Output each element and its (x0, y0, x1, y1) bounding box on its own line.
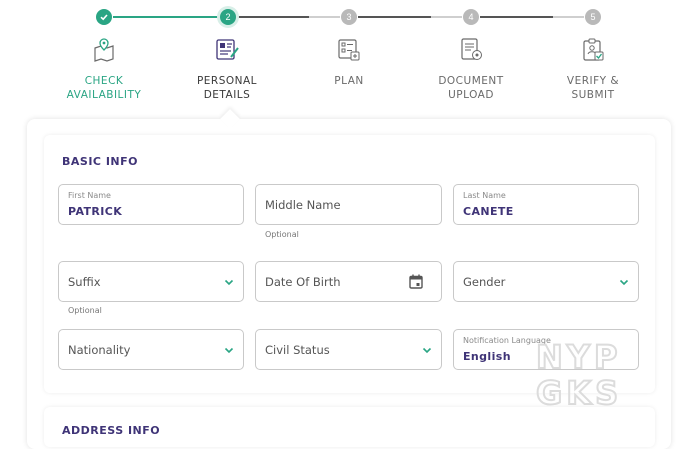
step-5-label[interactable]: VERIFY & SUBMIT (533, 74, 653, 102)
step-3-dot[interactable]: 3 (341, 9, 357, 25)
suffix-placeholder: Suffix (68, 275, 101, 289)
last-name-label: Last Name (463, 191, 506, 200)
first-name-field[interactable]: First Name PATRICK (58, 184, 244, 225)
middle-name-field[interactable]: Middle Name (255, 184, 442, 225)
plan-list-icon (338, 39, 360, 61)
step-2-dot[interactable]: 2 (220, 9, 236, 25)
step-connector-1 (113, 16, 219, 18)
step-4-label[interactable]: DOCUMENT UPLOAD (411, 74, 531, 102)
chevron-down-icon (224, 279, 234, 286)
step-3-label[interactable]: PLAN (289, 74, 409, 88)
calendar-icon[interactable] (409, 274, 423, 289)
address-info-title: ADDRESS INFO (62, 424, 161, 437)
date-of-birth-field[interactable]: Date Of Birth (255, 261, 442, 302)
civil-status-select[interactable]: Civil Status (255, 329, 442, 370)
nationality-select[interactable]: Nationality (58, 329, 244, 370)
verify-clipboard-icon (583, 38, 604, 61)
svg-text:NYP: NYP (536, 338, 621, 376)
id-form-icon (216, 39, 239, 60)
first-name-label: First Name (68, 191, 111, 200)
date-of-birth-placeholder: Date Of Birth (265, 275, 341, 289)
step-5-dot[interactable]: 5 (585, 9, 601, 25)
chevron-down-icon (619, 279, 629, 286)
gender-placeholder: Gender (463, 275, 506, 289)
map-pin-icon (94, 38, 114, 62)
chevron-down-icon (224, 347, 234, 354)
gender-select[interactable]: Gender (453, 261, 639, 302)
progress-stepper: 2 3 4 5 CHECK AVAILABILITY PERSONAL DETA… (0, 0, 684, 108)
notification-language-value: English (463, 350, 511, 363)
step-1-check-icon[interactable] (96, 9, 112, 25)
suffix-helper: Optional (68, 306, 102, 315)
nationality-placeholder: Nationality (68, 343, 131, 357)
step-connector-3 (358, 16, 462, 18)
step-connector-4 (480, 16, 584, 18)
svg-text:GKS: GKS (536, 374, 622, 408)
last-name-value: CANETE (463, 205, 514, 218)
suffix-select[interactable]: Suffix (58, 261, 244, 302)
step-connector-2 (237, 16, 340, 18)
last-name-field[interactable]: Last Name CANETE (453, 184, 639, 225)
step-4-dot[interactable]: 4 (463, 9, 479, 25)
middle-name-helper: Optional (265, 230, 299, 239)
middle-name-placeholder: Middle Name (265, 198, 341, 212)
chevron-down-icon (422, 347, 432, 354)
basic-info-title: BASIC INFO (62, 155, 138, 168)
document-upload-icon (461, 38, 482, 60)
step-2-label[interactable]: PERSONAL DETAILS (167, 74, 287, 102)
civil-status-placeholder: Civil Status (265, 343, 330, 357)
watermark-logo: NYP GKS (535, 338, 622, 408)
step-1-label[interactable]: CHECK AVAILABILITY (44, 74, 164, 102)
first-name-value: PATRICK (68, 205, 123, 218)
